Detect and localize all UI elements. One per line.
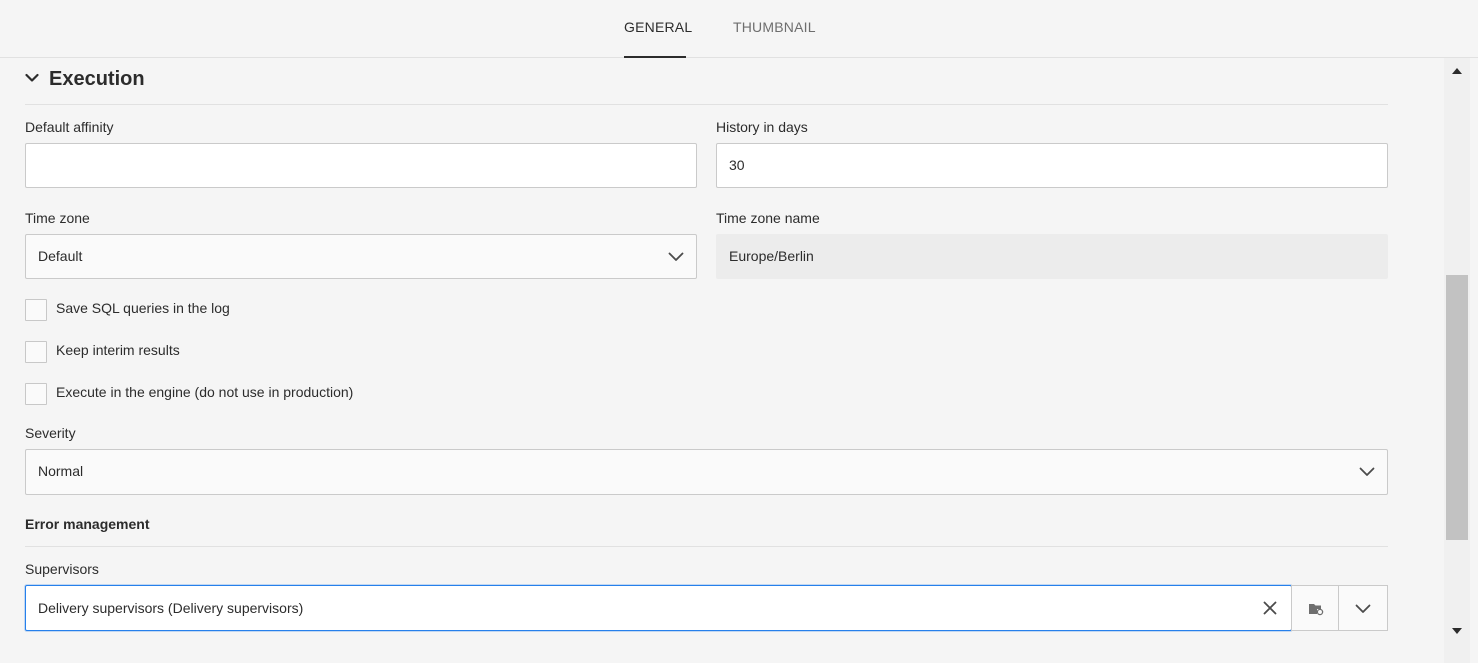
chevron-down-icon xyxy=(1359,467,1375,476)
severity-value: Normal xyxy=(38,463,84,479)
error-management-title: Error management xyxy=(25,516,150,532)
supervisors-value: Delivery supervisors (Delivery superviso… xyxy=(38,600,304,616)
chevron-down-icon xyxy=(25,73,39,82)
history-in-days-label: History in days xyxy=(716,119,808,135)
time-zone-name-field: Europe/Berlin xyxy=(716,234,1388,279)
default-affinity-input[interactable] xyxy=(25,143,697,188)
supervisors-label: Supervisors xyxy=(25,561,99,577)
scrollbar-thumb[interactable] xyxy=(1446,275,1468,540)
scroll-up-icon[interactable] xyxy=(1451,67,1463,75)
tab-thumbnail[interactable]: THUMBNAIL xyxy=(733,0,816,58)
chevron-down-icon xyxy=(668,252,684,261)
section-title: Execution xyxy=(49,68,145,90)
folder-browse-button[interactable] xyxy=(1291,585,1339,631)
time-zone-name-label: Time zone name xyxy=(716,210,820,226)
save-sql-queries-checkbox[interactable] xyxy=(25,299,47,321)
checkbox-label: Keep interim results xyxy=(56,342,180,358)
history-in-days-input[interactable]: 30 xyxy=(716,143,1388,188)
supervisors-input[interactable]: Delivery supervisors (Delivery superviso… xyxy=(25,585,1292,631)
checkbox-label: Save SQL queries in the log xyxy=(56,300,230,316)
execute-in-engine-checkbox[interactable] xyxy=(25,383,47,405)
error-management-header: Error management xyxy=(25,505,1388,547)
severity-select[interactable]: Normal xyxy=(25,449,1388,495)
keep-interim-results-checkbox[interactable] xyxy=(25,341,47,363)
severity-label: Severity xyxy=(25,425,76,441)
scroll-down-icon[interactable] xyxy=(1451,627,1463,635)
default-affinity-label: Default affinity xyxy=(25,119,114,135)
folder-icon xyxy=(1309,604,1324,616)
time-zone-value: Default xyxy=(38,248,83,264)
supervisors-dropdown-button[interactable] xyxy=(1338,585,1388,631)
time-zone-select[interactable]: Default xyxy=(25,234,697,279)
close-icon[interactable] xyxy=(1263,601,1277,615)
tab-bar: GENERAL THUMBNAIL xyxy=(0,0,1478,58)
checkbox-label: Execute in the engine (do not use in pro… xyxy=(56,384,354,400)
tab-general[interactable]: GENERAL xyxy=(624,0,692,58)
execution-section-header[interactable]: Execution xyxy=(25,62,1388,105)
time-zone-label: Time zone xyxy=(25,210,90,226)
chevron-down-icon xyxy=(1355,604,1371,613)
